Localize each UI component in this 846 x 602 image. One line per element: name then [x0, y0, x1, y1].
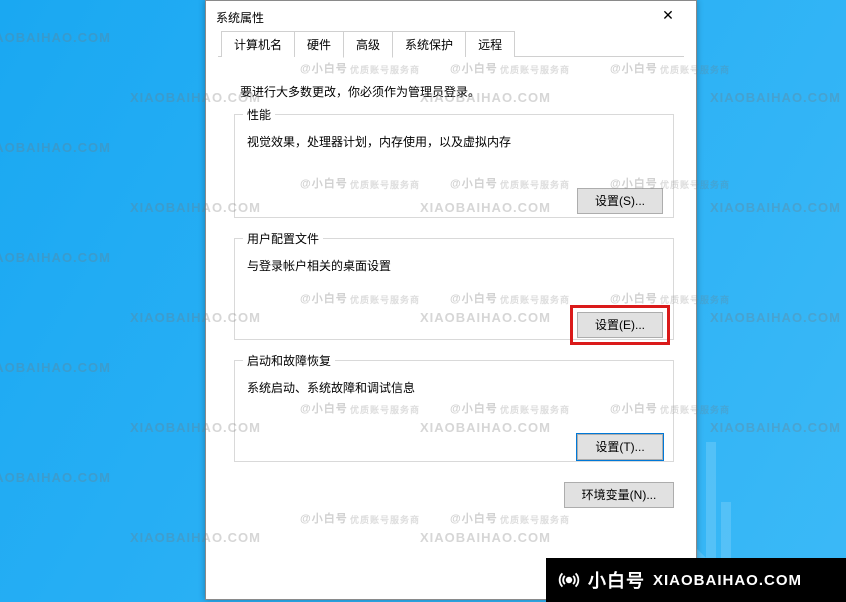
group-user-profiles: 用户配置文件 与登录帐户相关的桌面设置 设置(E)...: [234, 238, 674, 340]
group-startup-recovery: 启动和故障恢复 系统启动、系统故障和调试信息 设置(T)...: [234, 360, 674, 462]
source-brand-badge: 小白号 XIAOBAIHAO.COM: [546, 558, 846, 602]
close-button[interactable]: ✕: [646, 1, 690, 29]
performance-settings-button[interactable]: 设置(S)...: [577, 188, 663, 214]
watermark-text: XIAOBAIHAO.COM: [710, 90, 841, 105]
admin-notice: 要进行大多数更改，你必须作为管理员登录。: [240, 83, 674, 100]
startup-recovery-settings-button[interactable]: 设置(T)...: [577, 434, 663, 460]
titlebar: 系统属性 ✕: [206, 1, 696, 33]
tab-advanced[interactable]: 高级: [343, 31, 393, 58]
tab-system-protection[interactable]: 系统保护: [392, 31, 466, 57]
watermark-text: XIAOBAIHAO.COM: [0, 30, 111, 45]
brand-cn-label: 小白号: [588, 567, 645, 593]
tab-strip: 计算机名 硬件 高级 系统保护 远程: [206, 33, 696, 57]
group-startup-recovery-title: 启动和故障恢复: [243, 352, 335, 369]
environment-variables-button[interactable]: 环境变量(N)...: [564, 482, 674, 508]
watermark-text: XIAOBAIHAO.COM: [710, 310, 841, 325]
group-performance-desc: 视觉效果，处理器计划，内存使用，以及虚拟内存: [247, 133, 663, 150]
tab-computer-name[interactable]: 计算机名: [221, 31, 295, 57]
tab-remote[interactable]: 远程: [465, 31, 515, 57]
watermark-text: XIAOBAIHAO.COM: [0, 250, 111, 265]
dialog-title: 系统属性: [216, 9, 264, 26]
tab-hardware[interactable]: 硬件: [294, 31, 344, 57]
group-performance-title: 性能: [243, 106, 275, 123]
user-profiles-settings-button[interactable]: 设置(E)...: [577, 312, 663, 338]
group-performance: 性能 视觉效果，处理器计划，内存使用，以及虚拟内存 设置(S)...: [234, 114, 674, 218]
group-startup-recovery-desc: 系统启动、系统故障和调试信息: [247, 379, 663, 396]
group-user-profiles-title: 用户配置文件: [243, 230, 323, 247]
watermark-text: XIAOBAIHAO.COM: [0, 360, 111, 375]
watermark-text: XIAOBAIHAO.COM: [710, 200, 841, 215]
tab-content-advanced: 要进行大多数更改，你必须作为管理员登录。 性能 视觉效果，处理器计划，内存使用，…: [206, 57, 696, 555]
group-user-profiles-desc: 与登录帐户相关的桌面设置: [247, 257, 663, 274]
brand-en-label: XIAOBAIHAO.COM: [653, 572, 802, 589]
broadcast-icon: [558, 569, 580, 591]
watermark-text: XIAOBAIHAO.COM: [0, 140, 111, 155]
system-properties-dialog: 系统属性 ✕ 计算机名 硬件 高级 系统保护 远程 要进行大多数更改，你必须作为…: [205, 0, 697, 600]
watermark-text: XIAOBAIHAO.COM: [0, 470, 111, 485]
